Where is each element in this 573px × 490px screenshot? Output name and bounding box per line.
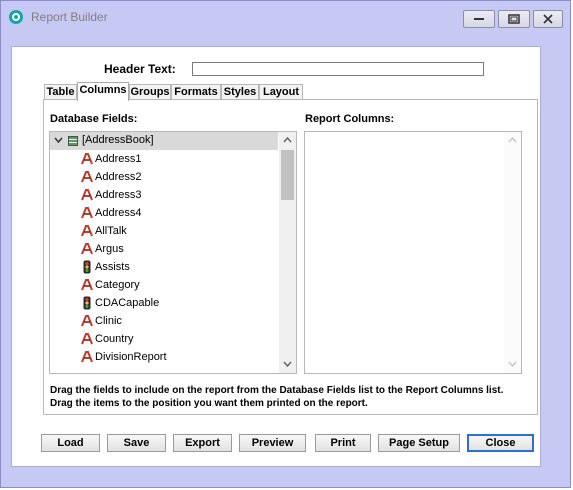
list-item[interactable]: AllTalk [80,222,270,240]
header-text-label: Header Text: [104,62,176,76]
report-columns-list[interactable] [304,131,522,374]
title-bar[interactable]: Report Builder [1,1,570,31]
database-fields-label: Database Fields: [50,113,138,125]
tab-table[interactable]: Table [44,84,77,100]
columns-scrollbar[interactable] [504,132,521,373]
tab-layout[interactable]: Layout [259,84,303,100]
tab-groups[interactable]: Groups [129,84,171,100]
scroll-up-arrow[interactable] [279,132,296,149]
field-label: AllTalk [95,225,127,237]
window-title: Report Builder [31,10,108,24]
tab-styles[interactable]: Styles [221,84,259,100]
text-field-icon [81,153,93,165]
field-label: CDACapable [95,297,160,309]
list-item[interactable]: Assists [80,258,270,276]
text-field-icon [81,279,93,291]
chevron-down-icon [283,361,292,367]
tree-root-addressbook[interactable]: [AddressBook] [50,132,278,150]
app-icon [9,10,23,24]
chevron-down-icon[interactable] [54,136,63,145]
scroll-up-arrow[interactable] [504,132,521,149]
text-field-icon [81,189,93,201]
load-button[interactable]: Load [41,434,100,452]
database-fields-tree[interactable]: [AddressBook] Address1 Address2 Address3 Ad… [49,131,297,374]
list-item[interactable]: Clinic [80,312,270,330]
traffic-light-icon [83,296,91,310]
field-label: Address1 [95,153,142,165]
help-text: Drag the fields to include on the report… [50,385,504,409]
chevron-down-icon [508,361,517,367]
list-item[interactable]: Country [80,330,270,348]
list-item[interactable]: Argus [80,240,270,258]
fields-scrollbar[interactable] [279,132,296,373]
tab-formats[interactable]: Formats [171,84,221,100]
chevron-up-icon [508,137,517,143]
text-field-icon [81,333,93,345]
table-icon [68,136,78,146]
scroll-down-arrow[interactable] [279,356,296,373]
field-label: Assists [95,261,130,273]
tree-root-label: [AddressBook] [82,134,154,146]
field-label: Category [95,279,140,291]
traffic-light-icon [83,260,91,274]
export-button[interactable]: Export [173,434,232,452]
field-label: Address2 [95,171,142,183]
print-button[interactable]: Print [315,434,371,452]
preview-button[interactable]: Preview [239,434,306,452]
list-item[interactable]: DivisionReport [80,348,270,366]
field-label: Country [95,333,134,345]
chevron-up-icon [283,137,292,143]
field-label: Address4 [95,207,142,219]
close-button[interactable]: Close [467,434,534,452]
header-text-input[interactable] [192,62,484,76]
text-field-icon [81,351,93,363]
maximize-button[interactable] [498,10,530,28]
text-field-icon [81,315,93,327]
field-label: DivisionReport [95,351,167,363]
scroll-down-arrow[interactable] [504,356,521,373]
list-item[interactable]: Address3 [80,186,270,204]
report-columns-label: Report Columns: [305,113,395,125]
field-label: Clinic [95,315,122,327]
report-builder-window: Report Builder Header Text: Table Column… [0,0,571,488]
minimize-icon [474,18,484,20]
tab-columns[interactable]: Columns [77,82,129,101]
text-field-icon [81,171,93,183]
field-label: Address3 [95,189,142,201]
minimize-button[interactable] [463,10,495,28]
scroll-thumb[interactable] [281,150,294,200]
text-field-icon [81,207,93,219]
text-field-icon [81,225,93,237]
list-item[interactable]: Address2 [80,168,270,186]
text-field-icon [81,243,93,255]
list-item[interactable]: Address4 [80,204,270,222]
list-item[interactable]: Category [80,276,270,294]
close-icon [543,14,553,24]
field-label: Argus [95,243,124,255]
list-item[interactable]: CDACapable [80,294,270,312]
page-setup-button[interactable]: Page Setup [378,434,460,452]
restore-icon [508,14,520,24]
dialog-panel: Header Text: Table Columns Groups Format… [11,46,541,467]
save-button[interactable]: Save [107,434,166,452]
close-window-button[interactable] [533,10,563,28]
list-item[interactable]: Address1 [80,150,270,168]
